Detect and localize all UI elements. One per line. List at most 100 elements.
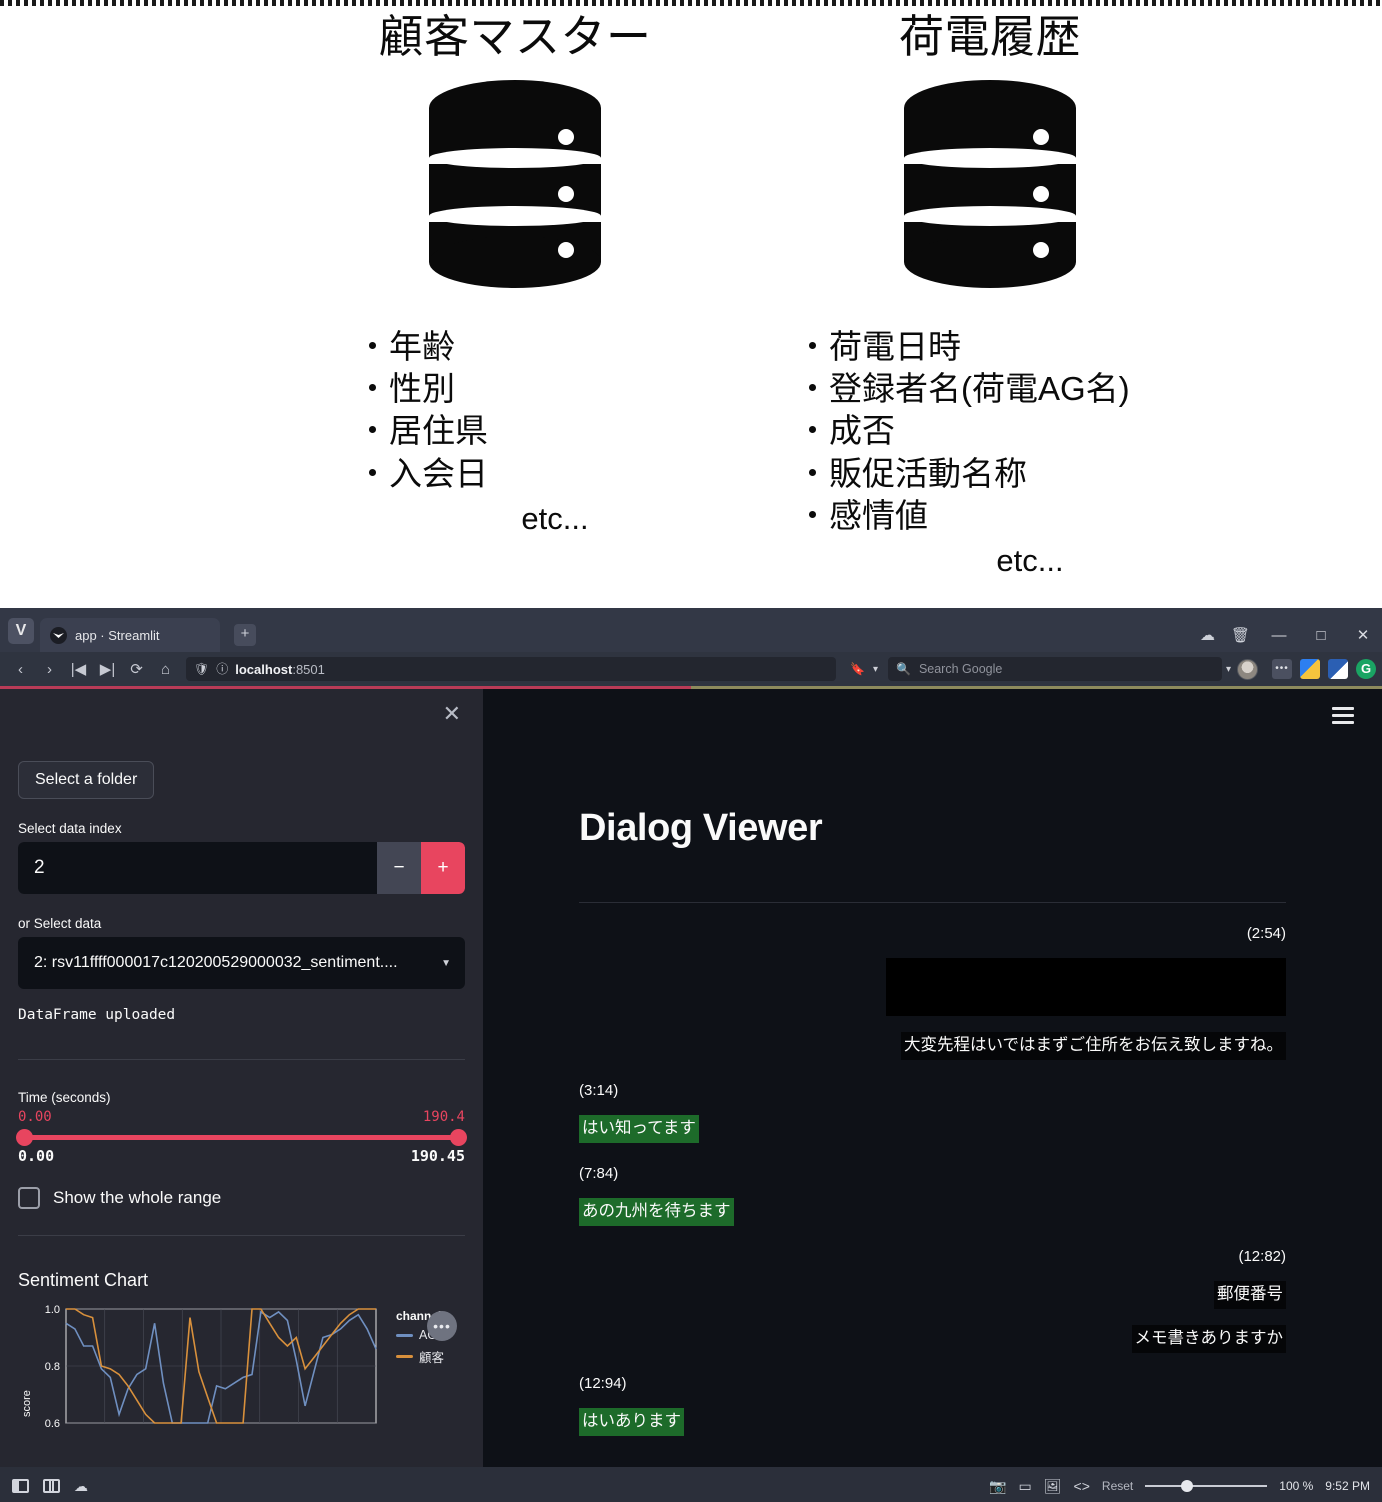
slider-thumb-max[interactable] [450,1129,467,1146]
bullet-item: ・成否 [796,412,895,450]
zoom-slider[interactable] [1145,1479,1268,1493]
data-index-input[interactable]: 2 [18,842,377,894]
minimize-button[interactable]: — [1266,627,1292,644]
panel-left-icon[interactable] [12,1479,29,1493]
bookmark-icon[interactable]: 🔖 [850,662,865,676]
message-timestamp: (7:84) [579,1164,619,1182]
slider-track[interactable] [18,1135,465,1140]
svg-text:1.0: 1.0 [45,1304,60,1316]
office-extension-icon[interactable] [1328,659,1348,679]
zoom-slider-track [1145,1485,1268,1487]
cloud-icon[interactable]: ☁ [1200,628,1215,643]
sentiment-chart-svg: 0.6 0.8 1.0 score [21,1304,377,1430]
app-sidebar: ✕ Select a folder Select data index 2 − … [0,689,483,1467]
redacted-bar [886,958,1286,1016]
time-slider[interactable]: 0.00 190.4 0.00 190.45 [16,1109,467,1165]
database-icon-wrap [300,78,730,290]
search-chevron-down-icon[interactable]: ▾ [1226,664,1231,675]
close-button[interactable]: ✕ [1350,626,1376,644]
image-icon[interactable]: 🖼 [1044,1478,1062,1495]
message-text-line: あの九州を待ちます [579,1197,1286,1226]
rewind-button[interactable]: |◀ [64,656,93,682]
zoom-reset-button[interactable]: Reset [1102,1479,1133,1493]
title-divider [579,902,1286,903]
message-item: (12:82) 郵便番号 メモ書きありますか [579,1248,1286,1353]
chart-menu-button[interactable]: ••• [427,1311,457,1341]
message-text-line: メモ書きありますか [579,1324,1286,1353]
increment-button[interactable]: + [421,842,465,894]
message-text-line: はいあります [579,1407,1286,1436]
legend-swatch-ag [396,1333,413,1337]
browser-tab-title: app · Streamlit [75,627,160,643]
code-icon[interactable]: <> [1074,1478,1090,1494]
screen-icon[interactable]: ▭ [1019,1478,1032,1495]
message-timestamp: (3:14) [579,1081,619,1099]
url-bar[interactable]: 🛡 ⓘ localhost:8501 [186,657,836,681]
message-text: はいあります [579,1407,684,1436]
message-text-line: 大変先程はいではまずご住所をお伝え致しますね。 [579,1032,1286,1060]
cloud-icon[interactable]: ☁ [74,1478,88,1495]
dots-extension-icon[interactable]: ••• [1272,659,1292,679]
browser-addressbar: ‹ › |◀ ▶| ⟳ ⌂ 🛡 ⓘ localhost:8501 🔖 ▾ 🔍 S… [0,652,1382,686]
browser-titlebar: V app · Streamlit + ☁ 🗑 — □ ✕ [0,608,1382,652]
statusbar-right: 📷 ▭ 🖼 <> Reset 100 % 9:52 PM [989,1478,1370,1495]
back-button[interactable]: ‹ [6,656,35,682]
message-timestamp: (12:82) [1238,1247,1286,1265]
panel-split-icon[interactable] [43,1479,60,1493]
vivaldi-logo-icon[interactable]: V [8,618,34,644]
data-source-diagram: 顧客マスター ・年齢 ・性別 ・居住県 ・入会日 etc... 荷電履歴 ・荷電… [0,0,1382,608]
zoom-slider-thumb[interactable] [1181,1480,1194,1492]
message-text: メモ書きありますか [1131,1324,1286,1353]
slider-low-value: 0.00 [18,1109,52,1125]
sentiment-chart[interactable]: 0.6 0.8 1.0 score channel AG 顧客 ••• [18,1301,465,1431]
zoom-percentage: 100 % [1279,1479,1314,1493]
new-tab-button[interactable]: + [234,624,256,646]
message-text: 大変先程はいではまずご住所をお伝え致しますね。 [900,1032,1286,1060]
show-whole-range-checkbox-row[interactable]: Show the whole range [18,1187,465,1209]
svg-text:0.8: 0.8 [45,1361,60,1373]
avatar[interactable] [1237,658,1258,680]
url-host: localhost [235,661,293,677]
sentiment-chart-title: Sentiment Chart [18,1270,149,1290]
diagram-column-call-history: 荷電履歴 ・荷電日時 ・登録者名(荷電AG名) ・成否 ・販促活動名称 ・感情値… [750,10,1230,579]
legend-swatch-kokyaku [396,1355,413,1358]
show-whole-range-checkbox[interactable] [18,1187,40,1209]
streamlit-app: ✕ Select a folder Select data index 2 − … [0,689,1382,1467]
decrement-button[interactable]: − [377,842,421,894]
info-icon[interactable]: ⓘ [216,663,228,675]
dataframe-status-text: DataFrame uploaded [18,1007,176,1023]
select-folder-button[interactable]: Select a folder [18,761,155,799]
show-whole-range-label: Show the whole range [53,1188,222,1207]
sidebar-close-button[interactable]: ✕ [443,703,461,725]
hamburger-icon[interactable] [1332,703,1354,728]
maximize-button[interactable]: □ [1308,627,1334,644]
data-index-stepper[interactable]: 2 − + [18,842,465,894]
search-bar[interactable]: 🔍 Search Google [887,657,1222,681]
sidebar-divider-2 [18,1235,465,1236]
slide-top-border [0,0,1382,6]
chevron-down-icon[interactable]: ▾ [873,664,878,675]
message-item: (12:94) はいあります [579,1375,1286,1436]
reload-button[interactable]: ⟳ [122,656,151,682]
select-data-dropdown[interactable]: 2: rsv11ffff000017c120200529000032_senti… [18,937,465,989]
time-slider-label: Time (seconds) [18,1090,111,1105]
shield-icon[interactable]: 🛡 [194,663,209,675]
browser-tab[interactable]: app · Streamlit [40,618,220,652]
trash-icon[interactable]: 🗑 [1231,628,1250,643]
camera-icon[interactable]: 📷 [989,1478,1006,1495]
forward-button[interactable]: › [35,656,64,682]
bullet-item: ・登録者名(荷電AG名) [796,370,1130,408]
chevron-down-icon: ▼ [441,957,451,969]
fastforward-button[interactable]: ▶| [93,656,122,682]
home-button[interactable]: ⌂ [151,656,180,682]
bullet-item: ・入会日 [356,454,488,492]
grammarly-extension-icon[interactable]: G [1356,659,1376,679]
select-data-value: 2: rsv11ffff000017c120200529000032_senti… [34,954,398,971]
slider-thumb-min[interactable] [16,1129,33,1146]
url-port: :8501 [292,661,325,677]
browser-window: V app · Streamlit + ☁ 🗑 — □ ✕ ‹ › |◀ ▶| … [0,608,1382,1502]
bullet-item: ・年齢 [356,328,455,365]
diagram-column-customer-master: 顧客マスター ・年齢 ・性別 ・居住県 ・入会日 etc... [300,10,730,537]
slider-max-label: 190.45 [410,1147,465,1165]
drive-extension-icon[interactable] [1300,659,1320,679]
